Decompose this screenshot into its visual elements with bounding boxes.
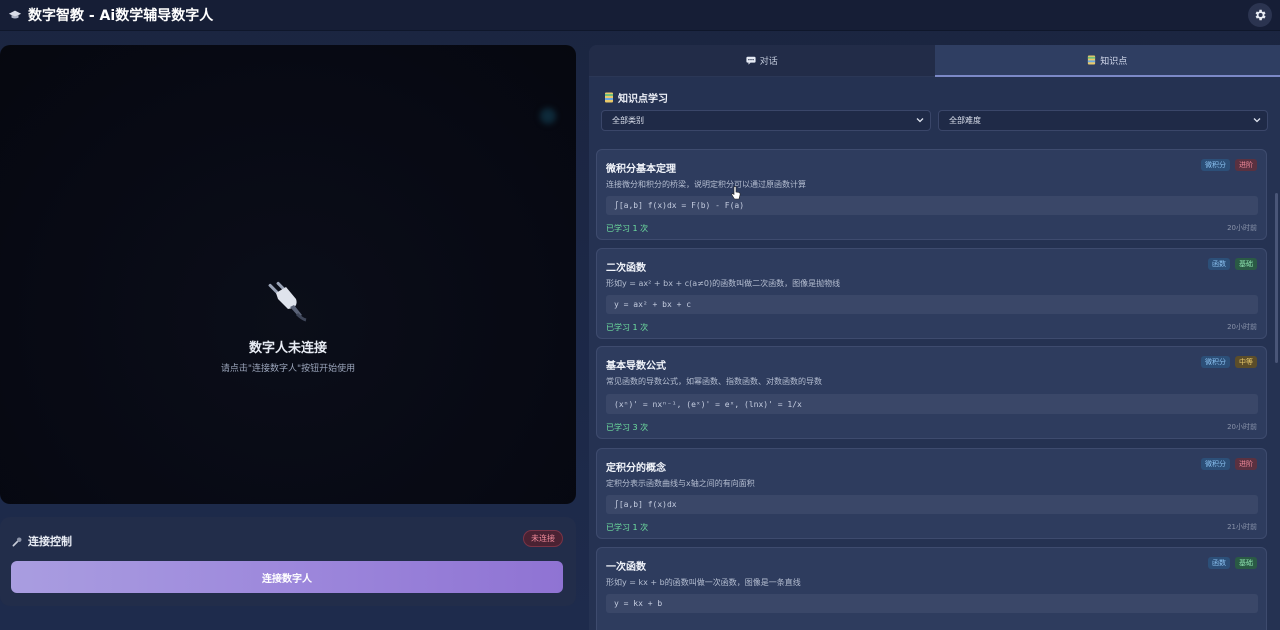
study-count: 已学习 1 次 [606, 224, 649, 233]
card-formula: ∫[a,b] f(x)dx = F(b) - F(a) [606, 196, 1258, 215]
chat-icon [746, 56, 756, 65]
list-scrollbar[interactable] [1275, 193, 1278, 363]
difficulty-tag: 进阶 [1235, 458, 1257, 470]
card-tags: 微积分 进阶 [1201, 159, 1257, 171]
graduation-cap-icon [8, 10, 22, 19]
card-formula: (xⁿ)' = nxⁿ⁻¹, (eˣ)' = eˣ, (lnx)' = 1/x [606, 394, 1258, 414]
difficulty-filter-select[interactable]: 全部难度 [938, 110, 1268, 131]
gear-icon [1255, 9, 1266, 21]
category-tag: 微积分 [1201, 159, 1230, 171]
card-title: 基本导数公式 [606, 361, 666, 372]
category-filter-value: 全部类别 [612, 116, 644, 125]
chevron-down-icon [1253, 118, 1261, 123]
card-title: 微积分基本定理 [606, 164, 676, 175]
card-description: 常见函数的导数公式，如幂函数、指数函数、对数函数的导数 [606, 377, 822, 386]
category-tag: 微积分 [1201, 458, 1230, 470]
app-header: 数字智教 - Ai数学辅导数字人 [0, 0, 1280, 31]
last-studied-time: 20小时前 [1227, 224, 1257, 232]
card-tags: 函数 基础 [1208, 557, 1257, 569]
last-studied-time: 20小时前 [1227, 323, 1257, 331]
knowledge-card[interactable]: 一次函数 函数 基础 形如y = kx + b的函数叫做一次函数，图像是一条直线… [596, 547, 1267, 630]
plug-icon [268, 281, 307, 322]
connection-status-badge: 未连接 [523, 530, 563, 547]
card-description: 定积分表示函数曲线与x轴之间的有向面积 [606, 479, 755, 488]
knowledge-section-title: 知识点学习 [618, 94, 668, 105]
tab-chat[interactable]: 对话 [589, 45, 935, 77]
last-studied-time: 20小时前 [1227, 423, 1257, 431]
study-count: 已学习 1 次 [606, 523, 649, 532]
books-icon [605, 92, 613, 103]
category-filter-select[interactable]: 全部类别 [601, 110, 931, 131]
category-tag: 函数 [1208, 258, 1230, 270]
tab-knowledge-label: 知识点 [1100, 56, 1128, 67]
card-title: 二次函数 [606, 263, 646, 274]
knowledge-card[interactable]: 二次函数 函数 基础 形如y = ax² + bx + c(a≠0)的函数叫做二… [596, 248, 1267, 339]
difficulty-tag: 基础 [1235, 258, 1257, 270]
hand-cursor-icon [731, 186, 741, 200]
difficulty-tag: 进阶 [1235, 159, 1257, 171]
card-tags: 微积分 进阶 [1201, 458, 1257, 470]
digital-human-video: 数字人未连接 请点击"连接数字人"按钮开始使用 [0, 45, 576, 504]
tab-knowledge[interactable]: 知识点 [934, 45, 1280, 77]
book-icon [1088, 55, 1096, 65]
disconnected-title: 数字人未连接 [248, 341, 327, 356]
last-studied-time: 21小时前 [1227, 523, 1257, 531]
card-formula: y = kx + b [606, 594, 1258, 613]
card-tags: 函数 基础 [1208, 258, 1257, 270]
knowledge-card[interactable]: 基本导数公式 微积分 中等 常见函数的导数公式，如幂函数、指数函数、对数函数的导… [596, 346, 1267, 439]
study-count: 已学习 3 次 [606, 423, 649, 432]
chevron-down-icon [916, 118, 924, 123]
app-title: 数字智教 - Ai数学辅导数字人 [28, 8, 214, 24]
card-description: 形如y = kx + b的函数叫做一次函数，图像是一条直线 [606, 578, 801, 587]
card-description: 连接微分和积分的桥梁，说明定积分可以通过原函数计算 [606, 180, 806, 189]
card-description: 形如y = ax² + bx + c(a≠0)的函数叫做二次函数，图像是抛物线 [606, 279, 841, 288]
connect-button[interactable]: 连接数字人 [11, 561, 563, 593]
knowledge-card[interactable]: 微积分基本定理 微积分 进阶 连接微分和积分的桥梁，说明定积分可以通过原函数计算… [596, 149, 1267, 240]
connection-control-panel: 连接控制 未连接 连接数字人 [0, 517, 576, 606]
category-tag: 微积分 [1201, 356, 1230, 368]
connection-control-title: 连接控制 [28, 535, 72, 548]
settings-button[interactable] [1248, 3, 1272, 27]
tab-bar: 对话 知识点 [589, 45, 1280, 77]
card-formula: ∫[a,b] f(x)dx [606, 495, 1258, 514]
right-panel: 对话 知识点 知识点学习 全部类别 全部难度 微积分基本定理 微积分 进阶 连接… [589, 45, 1280, 630]
difficulty-tag: 中等 [1235, 356, 1257, 368]
knowledge-section-header: 知识点学习 [604, 90, 668, 105]
category-tag: 函数 [1208, 557, 1230, 569]
card-title: 一次函数 [606, 562, 646, 573]
difficulty-filter-value: 全部难度 [949, 116, 981, 125]
card-tags: 微积分 中等 [1201, 356, 1257, 368]
status-indicator [540, 108, 556, 124]
study-count: 已学习 1 次 [606, 323, 649, 332]
tab-chat-label: 对话 [759, 57, 778, 67]
difficulty-tag: 基础 [1235, 557, 1257, 569]
connection-control-header: 连接控制 [12, 533, 72, 549]
disconnected-hint: 请点击"连接数字人"按钮开始使用 [220, 364, 356, 374]
knowledge-card[interactable]: 定积分的概念 微积分 进阶 定积分表示函数曲线与x轴之间的有向面积 ∫[a,b]… [596, 448, 1267, 539]
card-title: 定积分的概念 [606, 463, 666, 474]
wrench-icon [12, 537, 22, 546]
card-formula: y = ax² + bx + c [606, 295, 1258, 314]
